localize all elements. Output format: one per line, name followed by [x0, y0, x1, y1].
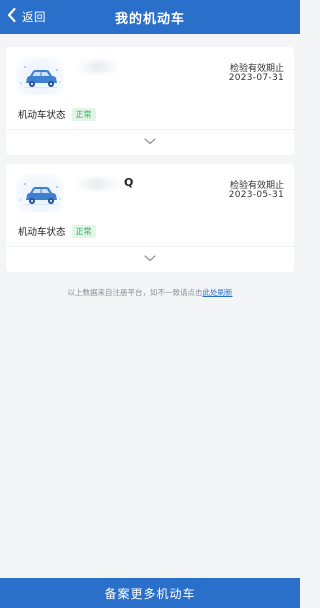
data-source-note: 以上数据来自注册平台，如不一致请点击此处刷新	[0, 287, 300, 298]
register-more-vehicles-button[interactable]: 备案更多机动车	[0, 578, 300, 608]
status-badge: 正常	[71, 107, 96, 121]
refresh-link[interactable]: 此处刷新	[203, 288, 233, 297]
status-label: 机动车状态	[18, 227, 66, 238]
app-root: 返回 我的机动车 检验有效期止 2023-07-31 机动车状态 正常 Q 检验…	[0, 0, 300, 608]
status-row: 机动车状态 正常	[18, 224, 96, 238]
vehicle-card[interactable]: 检验有效期止 2023-07-31 机动车状态 正常	[6, 47, 294, 155]
expiry-date: 2023-07-31	[228, 73, 284, 83]
plate-number-masked	[76, 178, 120, 190]
top-header: 返回 我的机动车	[0, 0, 300, 34]
car-icon	[16, 174, 64, 212]
chevron-down-icon	[142, 133, 158, 152]
expiry-date: 2023-05-31	[228, 190, 284, 200]
footnote-text: 以上数据来自注册平台，如不一致请点击	[67, 288, 203, 297]
status-label: 机动车状态	[18, 110, 66, 121]
car-icon	[16, 57, 64, 95]
divider	[6, 246, 294, 247]
status-badge: 正常	[71, 224, 96, 238]
status-row: 机动车状态 正常	[18, 107, 96, 121]
plate-number: Q	[124, 176, 134, 189]
vehicle-card[interactable]: Q 检验有效期止 2023-05-31 机动车状态 正常	[6, 164, 294, 272]
plate-number-masked	[76, 61, 120, 73]
divider	[6, 129, 294, 130]
page-title: 我的机动车	[114, 12, 185, 27]
expand-button[interactable]	[142, 133, 158, 147]
chevron-down-icon	[142, 250, 158, 269]
expand-button[interactable]	[142, 250, 158, 264]
